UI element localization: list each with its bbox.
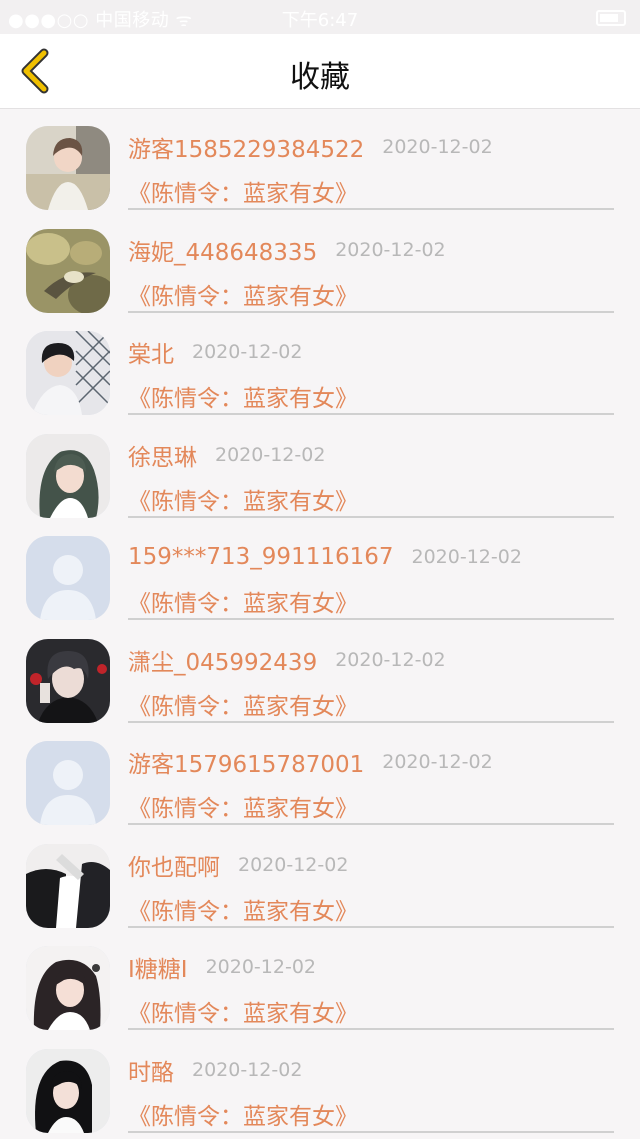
avatar[interactable] [26, 1048, 110, 1133]
avatar[interactable] [26, 126, 110, 210]
favorite-item[interactable]: 你也配啊 2020-12-02 《陈情令：蓝家有女》 [0, 826, 640, 929]
avatar[interactable] [26, 331, 110, 415]
username: 时酪 [128, 1059, 174, 1086]
username: 徐思琳 [128, 444, 197, 471]
favorite-date: 2020-12-02 [192, 1058, 303, 1081]
favorite-date: 2020-12-02 [215, 443, 326, 466]
favorite-item[interactable]: I糖糖I 2020-12-02 《陈情令：蓝家有女》 [0, 928, 640, 1031]
favorites-list: 游客1585229384522 2020-12-02 《陈情令：蓝家有女》 海妮… [0, 108, 640, 1133]
favorite-item[interactable]: 游客1579615787001 2020-12-02 《陈情令：蓝家有女》 [0, 723, 640, 826]
book-title-link[interactable]: 《陈情令：蓝家有女》 [128, 789, 358, 823]
favorite-item[interactable]: 徐思琳 2020-12-02 《陈情令：蓝家有女》 [0, 416, 640, 519]
book-title-link[interactable]: 《陈情令：蓝家有女》 [128, 379, 358, 413]
avatar[interactable] [26, 433, 110, 518]
favorite-item[interactable]: 潇尘_045992439 2020-12-02 《陈情令：蓝家有女》 [0, 621, 640, 724]
username: 你也配啊 [128, 854, 220, 881]
avatar[interactable] [26, 228, 110, 313]
nav-bar: 收藏 [0, 34, 640, 109]
favorite-date: 2020-12-02 [382, 136, 493, 158]
book-title-link[interactable]: 《陈情令：蓝家有女》 [128, 994, 358, 1028]
favorite-date: 2020-12-02 [411, 546, 522, 568]
username: 游客1585229384522 [128, 137, 365, 163]
book-title-link[interactable]: 《陈情令：蓝家有女》 [128, 687, 358, 721]
book-title-link[interactable]: 《陈情令：蓝家有女》 [128, 277, 358, 311]
favorite-date: 2020-12-02 [382, 751, 493, 773]
username: 159***713_991116167 [128, 544, 394, 570]
default-avatar[interactable] [26, 741, 110, 825]
default-avatar[interactable] [26, 536, 110, 620]
favorite-date: 2020-12-02 [335, 648, 446, 671]
avatar[interactable] [26, 946, 110, 1030]
favorite-date: 2020-12-02 [238, 853, 349, 876]
battery-icon [596, 10, 626, 26]
avatar[interactable] [26, 843, 110, 928]
book-title-link[interactable]: 《陈情令：蓝家有女》 [128, 1097, 358, 1131]
favorite-item[interactable]: 海妮_448648335 2020-12-02 《陈情令：蓝家有女》 [0, 211, 640, 314]
favorite-item[interactable]: 棠北 2020-12-02 《陈情令：蓝家有女》 [0, 313, 640, 416]
status-time: 下午6:47 [281, 10, 359, 31]
username: 潇尘_045992439 [128, 649, 318, 676]
username: 游客1579615787001 [128, 752, 365, 778]
book-title-link[interactable]: 《陈情令：蓝家有女》 [128, 584, 358, 618]
favorite-item[interactable]: 游客1585229384522 2020-12-02 《陈情令：蓝家有女》 [0, 108, 640, 211]
favorite-date: 2020-12-02 [335, 238, 446, 261]
divider [128, 1130, 614, 1133]
favorite-date: 2020-12-02 [192, 341, 303, 363]
book-title-link[interactable]: 《陈情令：蓝家有女》 [128, 892, 358, 926]
favorite-date: 2020-12-02 [205, 956, 316, 978]
avatar[interactable] [26, 638, 110, 723]
username: 海妮_448648335 [128, 239, 318, 266]
status-bar: ●●●○○ 中国移动 ᯤ 下午6:47 [0, 0, 640, 34]
username: I糖糖I [128, 957, 188, 983]
book-title-link[interactable]: 《陈情令：蓝家有女》 [128, 482, 358, 516]
page-title: 收藏 [290, 60, 350, 95]
username: 棠北 [128, 342, 174, 368]
favorite-item[interactable]: 159***713_991116167 2020-12-02 《陈情令：蓝家有女… [0, 518, 640, 621]
book-title-link[interactable]: 《陈情令：蓝家有女》 [128, 174, 358, 208]
favorite-item[interactable]: 时酪 2020-12-02 《陈情令：蓝家有女》 [0, 1031, 640, 1134]
